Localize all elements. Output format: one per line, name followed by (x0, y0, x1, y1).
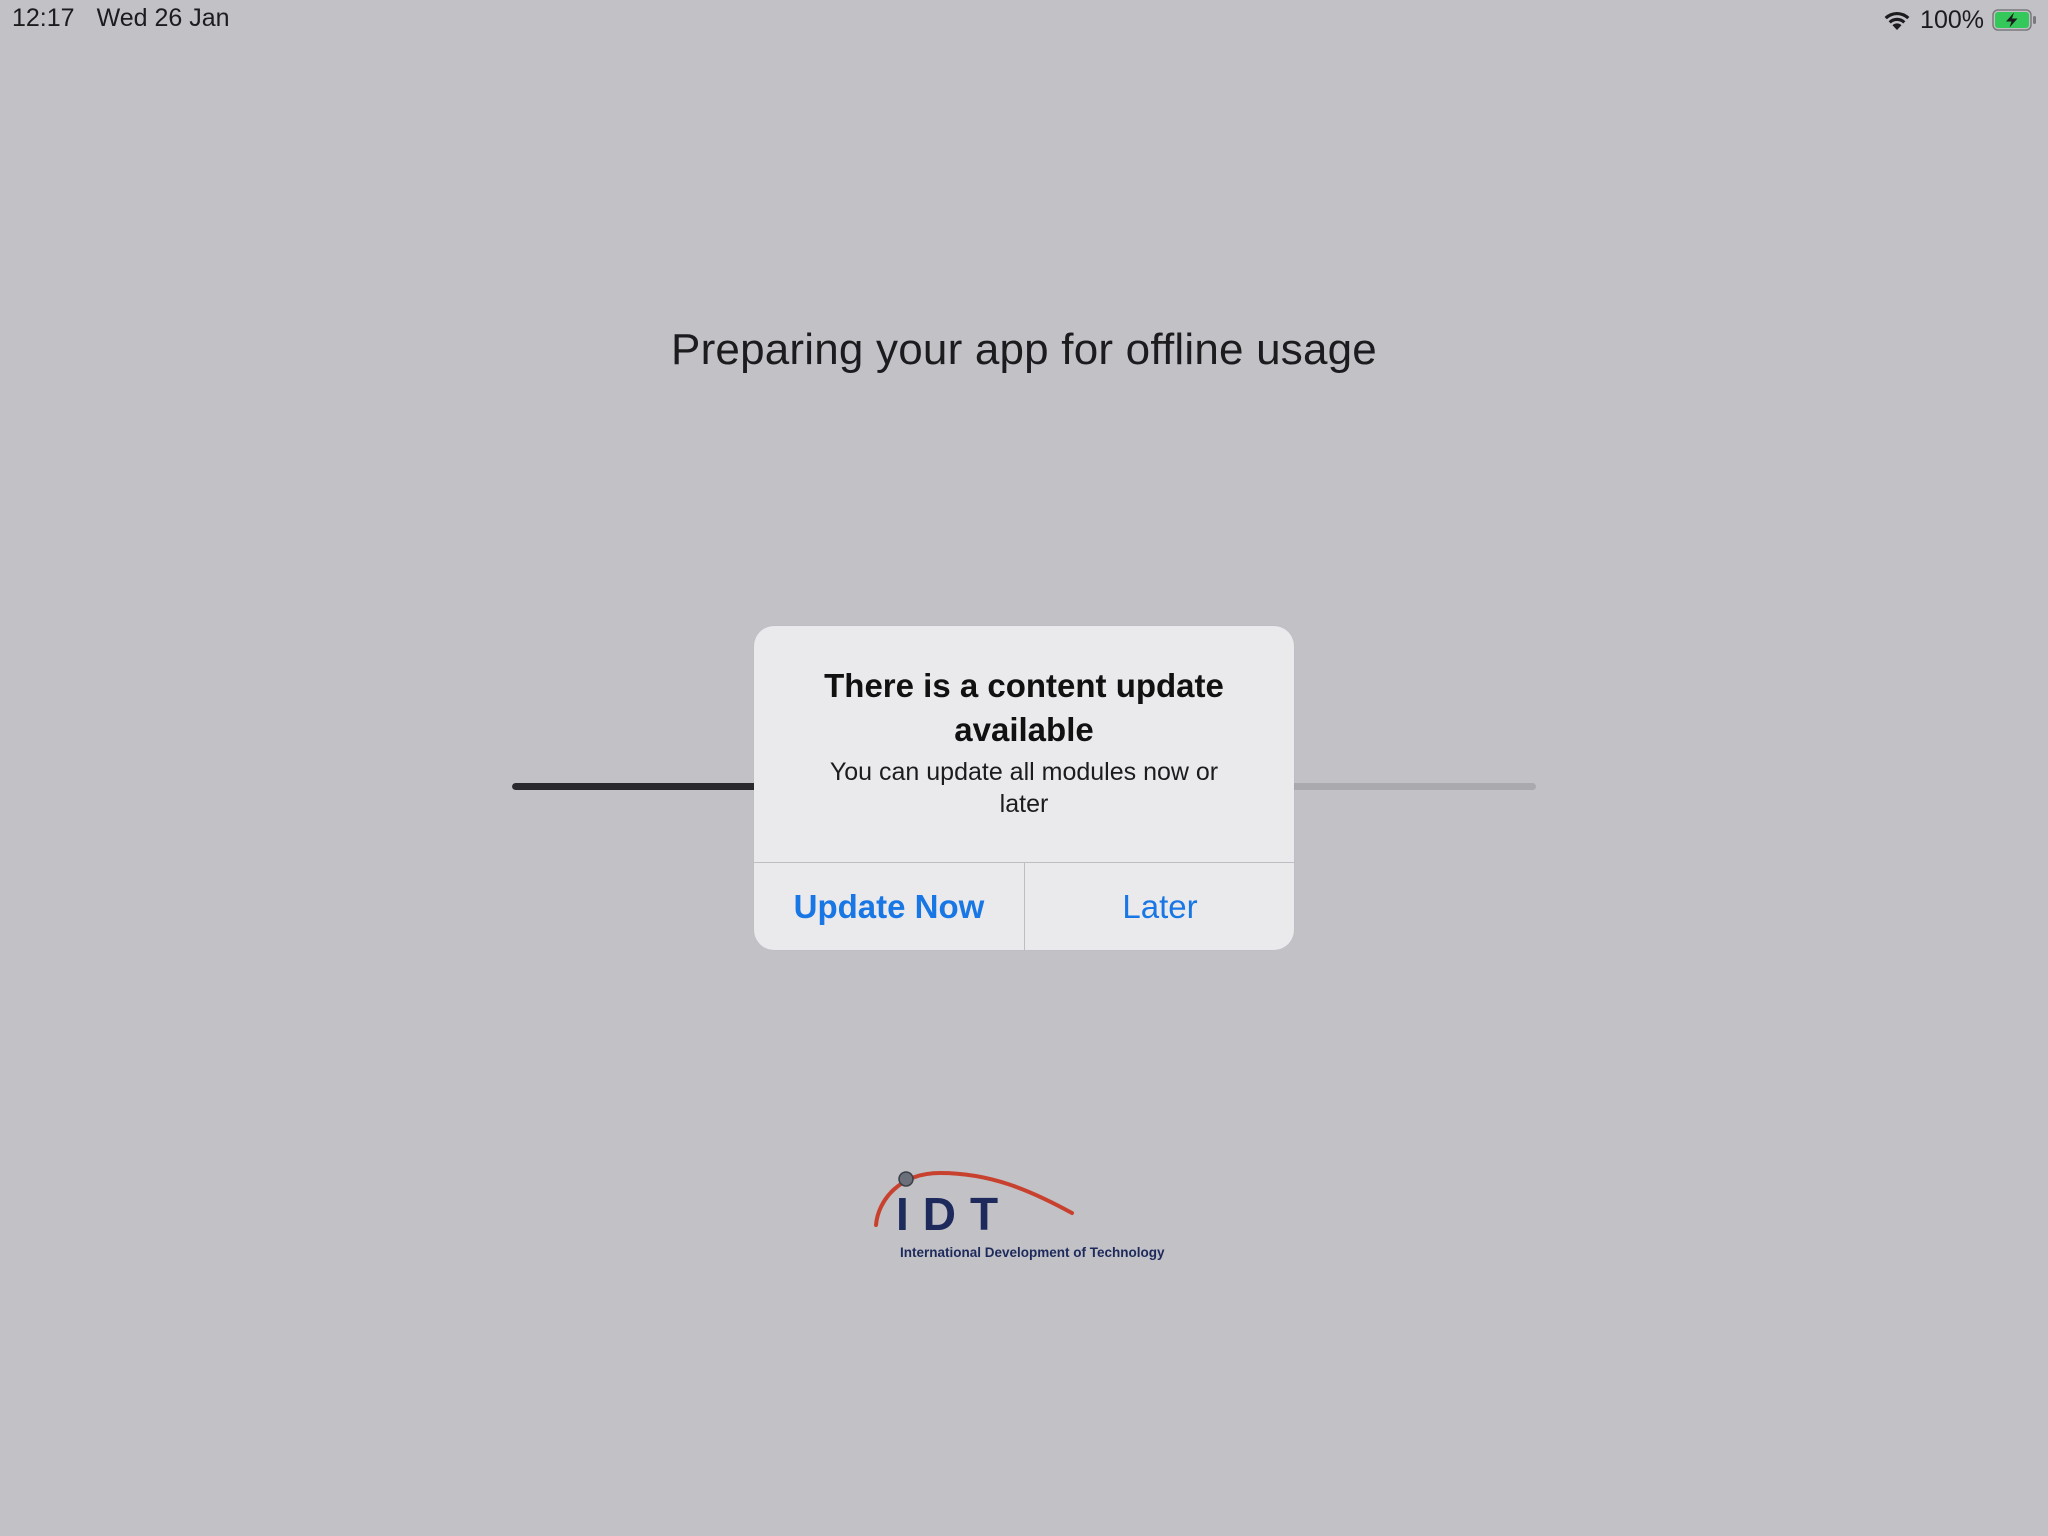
status-time: 12:17 (12, 4, 75, 32)
logo-tagline: International Development of Technology (900, 1245, 1165, 1260)
later-button[interactable]: Later (1025, 863, 1294, 950)
alert-title: There is a content update available (824, 667, 1224, 748)
wifi-icon (1882, 9, 1912, 31)
alert-message: You can update all modules now or later (829, 758, 1219, 818)
battery-percent: 100% (1920, 5, 1984, 34)
logo-wordmark: IDT (896, 1188, 1012, 1240)
idt-logo: IDT International Development of Technol… (870, 1165, 1180, 1265)
progress-fill (512, 783, 758, 790)
status-bar: 12:17 Wed 26 Jan 100% (0, 0, 2048, 40)
status-left: 12:17 Wed 26 Jan (12, 4, 230, 33)
page-title: Preparing your app for offline usage (671, 325, 1377, 374)
battery-charging-icon (1992, 9, 2038, 31)
update-alert: There is a content update available You … (754, 626, 1294, 950)
update-now-button[interactable]: Update Now (754, 863, 1024, 950)
status-date: Wed 26 Jan (96, 4, 230, 32)
alert-body: There is a content update available You … (754, 626, 1294, 862)
status-right: 100% (1882, 4, 2038, 36)
